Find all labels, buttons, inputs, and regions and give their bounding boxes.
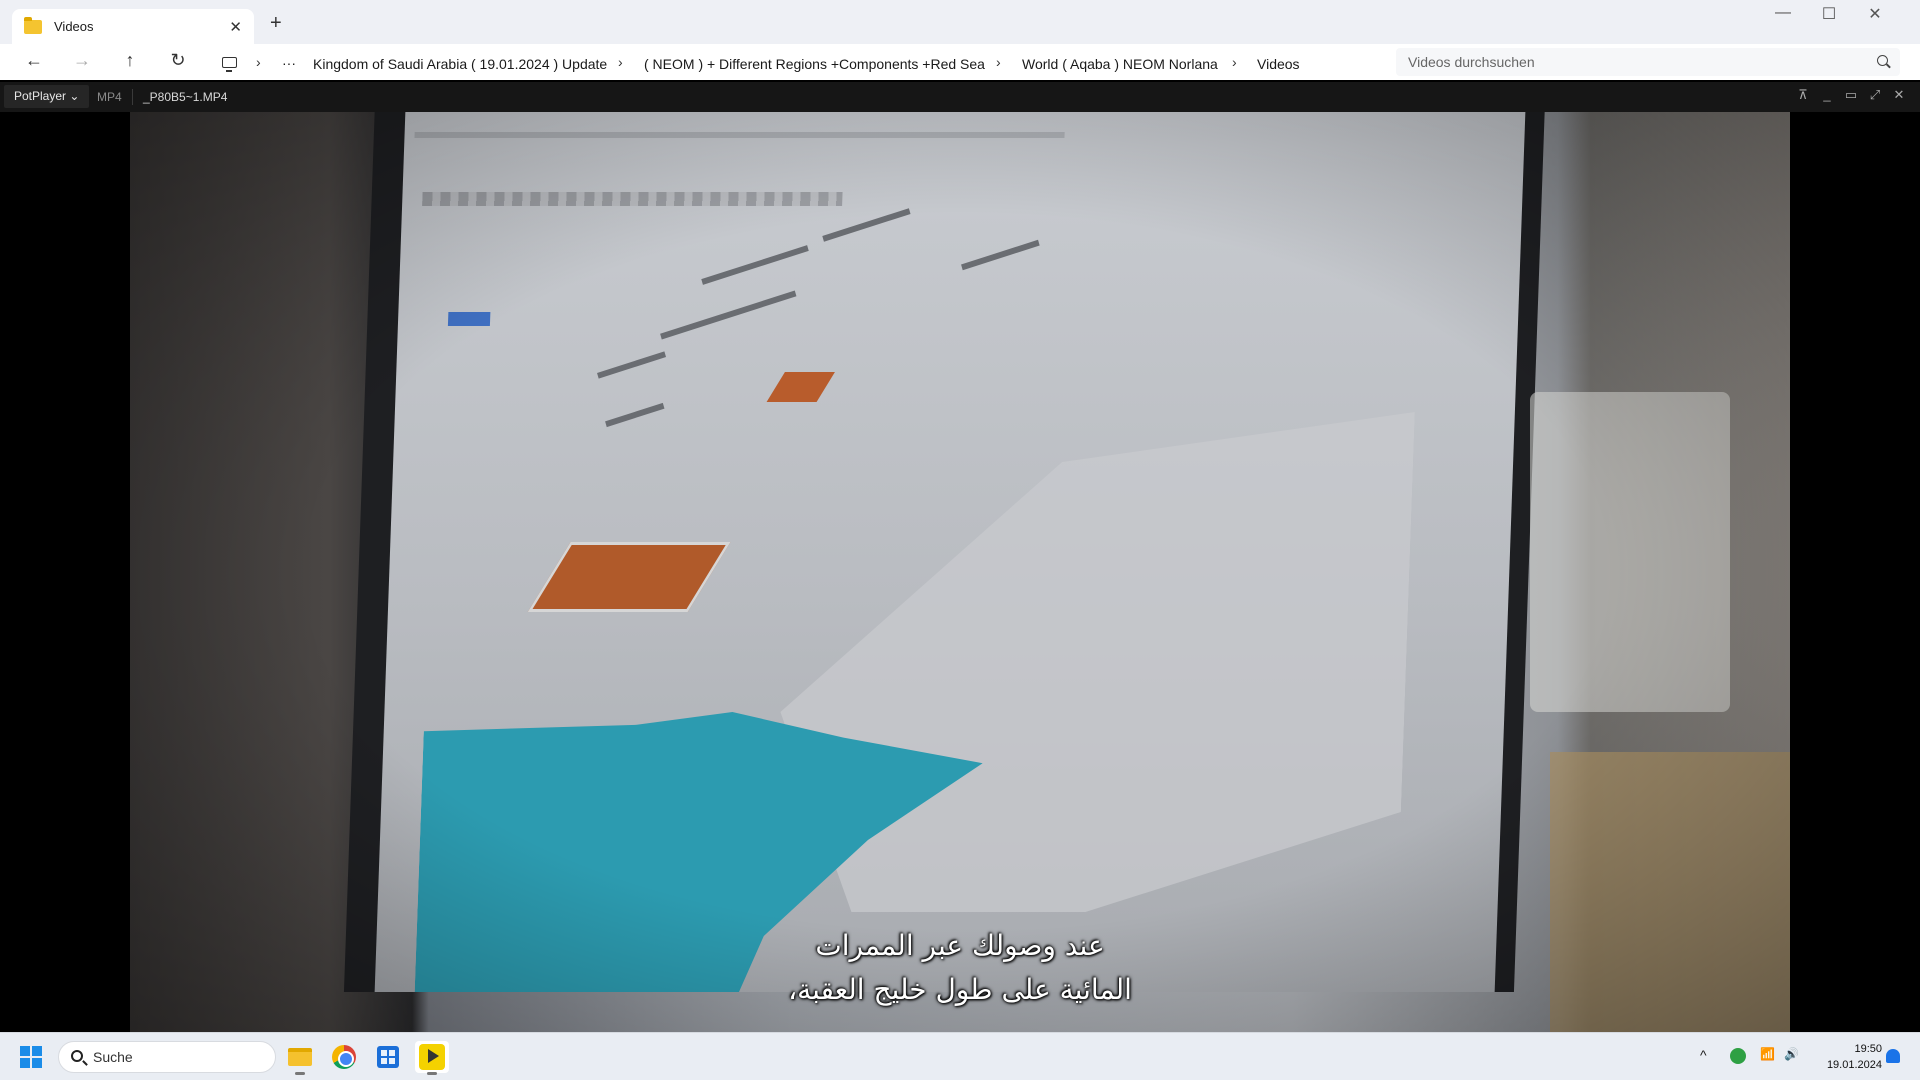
pin-icon[interactable]: ⊼ [1794,87,1812,103]
player-close-button[interactable]: ✕ [1890,87,1908,103]
video-subtitle: عند وصولك عبر الممرات المائية على طول خل… [0,924,1920,1012]
breadcrumb-chevron-icon[interactable]: › [618,54,623,70]
folder-search-input[interactable] [1396,48,1900,76]
chrome-app[interactable] [327,1041,361,1073]
notification-bell-icon[interactable] [1886,1049,1900,1063]
this-pc-icon[interactable] [222,57,237,72]
explorer-titlebar: Videos ✕ + — ☐ ✕ [0,0,1920,44]
video-frame[interactable] [130,112,1790,1032]
maximize-button[interactable]: ☐ [1806,4,1852,24]
taskbar-search-box[interactable] [58,1041,276,1073]
potplayer-app[interactable] [415,1041,449,1075]
subtitle-line: المائية على طول خليج العقبة، [788,973,1132,1006]
player-fullscreen-button[interactable]: ⤢ [1866,87,1884,103]
tray-overflow-icon[interactable]: ^ [1700,1047,1707,1063]
breadcrumb-chevron-icon[interactable]: › [1232,54,1237,70]
taskbar-search-input[interactable] [93,1042,263,1072]
breadcrumb-item-aqaba[interactable]: World ( Aqaba ) NEOM Norlana [1022,56,1218,72]
clock[interactable]: 19:50 19.01.2024 [1810,1041,1882,1073]
potplayer-titlebar: PotPlayer ⌄ MP4 _P80B5~1.MP4 ⊼ _ ▭ ⤢ ✕ [0,82,1920,112]
folder-search-box[interactable] [1396,48,1900,76]
address-bar: ← → ↑ ↻ › ··· Kingdom of Saudi Arabia ( … [0,44,1920,80]
close-window-button[interactable]: ✕ [1852,4,1898,24]
player-maximize-button[interactable]: ▭ [1842,87,1860,103]
clock-time: 19:50 [1854,1043,1882,1055]
windows-start-icon[interactable] [20,1046,42,1068]
volume-icon[interactable]: 🔊 [1784,1047,1799,1061]
breadcrumb-item-ksa[interactable]: Kingdom of Saudi Arabia ( 19.01.2024 ) U… [313,56,607,72]
video-filename: _P80B5~1.MP4 [143,90,228,104]
tab-videos[interactable]: Videos ✕ [12,9,254,44]
new-tab-button[interactable]: + [270,12,282,35]
file-explorer-icon [288,1048,312,1066]
video-format-label: MP4 [97,90,122,104]
minimize-button[interactable]: — [1760,4,1806,22]
breadcrumb-item-neom[interactable]: ( NEOM ) + Different Regions +Components… [644,56,985,72]
back-button[interactable]: ← [22,50,46,71]
player-minimize-button[interactable]: _ [1818,87,1836,102]
store-icon [377,1046,399,1068]
potplayer-icon [419,1044,445,1070]
running-indicator [295,1072,305,1075]
security-icon[interactable] [1730,1048,1746,1064]
breadcrumb-chevron-icon[interactable]: › [256,54,261,70]
microsoft-store-app[interactable] [371,1041,405,1073]
search-icon [71,1050,83,1062]
search-icon[interactable] [1877,55,1888,66]
running-indicator [427,1072,437,1075]
chrome-icon [332,1045,356,1069]
subtitle-line: عند وصولك عبر الممرات [815,929,1105,962]
folder-icon [24,16,42,34]
breadcrumb-chevron-icon[interactable]: › [996,54,1001,70]
tab-title: Videos [54,19,94,34]
file-explorer-app[interactable] [283,1041,317,1075]
up-button[interactable]: ↑ [118,50,142,71]
divider [132,89,133,105]
taskbar: ^ 📶 🔊 19:50 19.01.2024 [0,1032,1920,1080]
breadcrumb-more-button[interactable]: ··· [282,55,296,71]
vignette [130,112,1790,1032]
forward-button[interactable]: → [70,50,94,71]
close-tab-icon[interactable]: ✕ [229,18,242,36]
clock-date: 19.01.2024 [1826,1059,1882,1071]
wifi-icon[interactable]: 📶 [1760,1047,1775,1061]
potplayer-menu-button[interactable]: PotPlayer ⌄ [4,85,90,108]
breadcrumb-item-videos[interactable]: Videos [1257,56,1300,72]
refresh-button[interactable]: ↻ [166,50,190,71]
video-viewport[interactable]: عند وصولك عبر الممرات المائية على طول خل… [0,112,1920,1032]
